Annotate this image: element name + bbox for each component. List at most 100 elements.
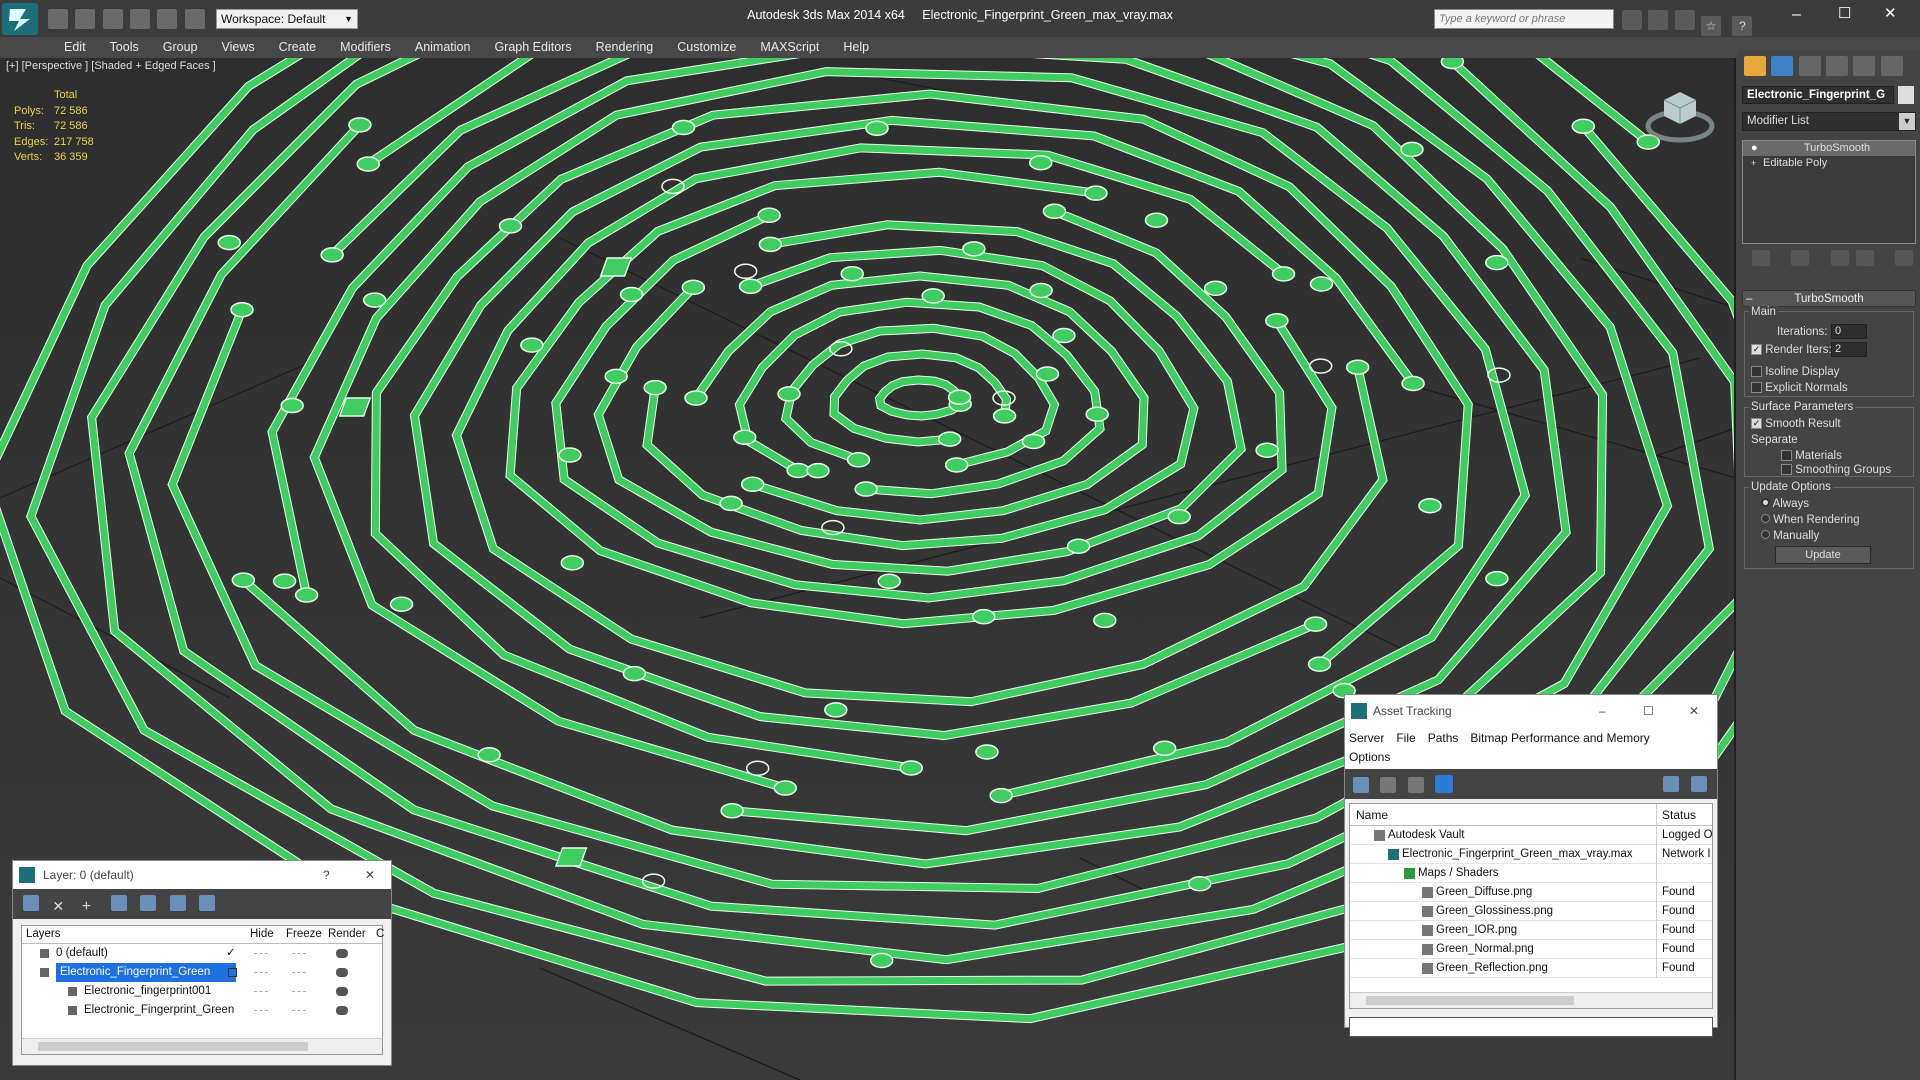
- object-name-field[interactable]: Electronic_Fingerprint_G: [1742, 86, 1894, 104]
- redo-icon[interactable]: [157, 9, 178, 29]
- binoculars-icon[interactable]: [1622, 10, 1642, 30]
- new-layer-icon[interactable]: [23, 895, 39, 911]
- menu-edit[interactable]: Edit: [52, 37, 98, 58]
- workspace-dropdown[interactable]: Workspace: Default ▼: [216, 9, 358, 29]
- stack-item-editable-poly[interactable]: + Editable Poly: [1743, 156, 1915, 171]
- asset-row[interactable]: Electronic_Fingerprint_Green_max_vray.ma…: [1350, 845, 1712, 864]
- close-icon[interactable]: ✕: [1689, 695, 1699, 727]
- search-input[interactable]: Type a keyword or phrase: [1434, 9, 1614, 29]
- table-view-icon[interactable]: [1435, 775, 1454, 793]
- menu-help[interactable]: Help: [831, 37, 881, 58]
- remove-modifier-icon[interactable]: [1856, 250, 1875, 266]
- maximize-button[interactable]: ☐: [1838, 4, 1851, 22]
- isoline-checkbox[interactable]: [1751, 366, 1762, 378]
- maximize-icon[interactable]: ☐: [1643, 695, 1654, 727]
- menu-customize[interactable]: Customize: [665, 37, 748, 58]
- layer-column-freeze[interactable]: Freeze: [286, 928, 322, 940]
- current-layer-box-icon[interactable]: [228, 968, 237, 977]
- menu-graph-editors[interactable]: Graph Editors: [482, 37, 583, 58]
- asset-row[interactable]: Green_Reflection.png Found: [1350, 959, 1712, 978]
- render-iters-checkbox[interactable]: ✓: [1751, 344, 1762, 356]
- status-column-header[interactable]: Status: [1662, 804, 1696, 826]
- new-file-icon[interactable]: [48, 9, 68, 29]
- asset-row[interactable]: Green_IOR.png Found: [1350, 921, 1712, 940]
- object-color-swatch[interactable]: [1898, 86, 1914, 104]
- freeze-toggle[interactable]: [292, 972, 306, 973]
- help-icon[interactable]: ?: [1732, 16, 1753, 36]
- minimize-button[interactable]: –: [1792, 6, 1801, 24]
- asset-row[interactable]: Green_Glossiness.png Found: [1350, 902, 1712, 921]
- horizontal-scrollbar[interactable]: [1350, 992, 1712, 1008]
- help-icon[interactable]: [1663, 776, 1679, 792]
- freeze-toggle[interactable]: [292, 991, 306, 992]
- pin-stack-icon[interactable]: [1752, 250, 1770, 266]
- viewport-label[interactable]: [+] [Perspective ] [Shaded + Edged Faces…: [6, 60, 216, 72]
- tree-view-icon[interactable]: [1407, 777, 1424, 793]
- layer-column-c[interactable]: C: [376, 928, 384, 940]
- asset-row[interactable]: Autodesk Vault Logged O: [1350, 826, 1712, 845]
- exchange-icon[interactable]: [1674, 10, 1695, 30]
- layer-row[interactable]: 0 (default) ✓: [22, 944, 382, 963]
- asset-tracking-window[interactable]: Asset Tracking – ☐ ✕ Server File Paths Bitm…: [1344, 694, 1718, 1037]
- star-icon[interactable]: ☆: [1701, 16, 1722, 36]
- make-unique-icon[interactable]: [1830, 250, 1849, 266]
- modifier-stack[interactable]: ● TurboSmooth + Editable Poly: [1742, 140, 1916, 244]
- menu-maxscript[interactable]: MAXScript: [748, 37, 831, 58]
- render-teapot-icon[interactable]: [336, 987, 348, 996]
- undo-icon[interactable]: [130, 9, 151, 29]
- horizontal-scrollbar[interactable]: [22, 1038, 382, 1054]
- asset-row[interactable]: Maps / Shaders: [1350, 864, 1712, 883]
- close-button[interactable]: ✕: [1884, 4, 1897, 22]
- delete-layer-icon[interactable]: ✕: [52, 898, 68, 914]
- highlight-layer-icon[interactable]: [140, 895, 157, 911]
- create-tab-icon[interactable]: [1744, 56, 1766, 76]
- layer-row[interactable]: Electronic_fingerprint001: [22, 982, 382, 1001]
- search-tools-icon[interactable]: [1648, 10, 1669, 30]
- open-file-icon[interactable]: [75, 9, 96, 29]
- render-iters-spinner[interactable]: 2: [1831, 342, 1867, 357]
- layer-manager-window[interactable]: Layer: 0 (default) ? ✕ ✕ + Layers Hide Fre…: [12, 860, 392, 1066]
- add-to-layer-icon[interactable]: +: [82, 899, 98, 915]
- asset-menu-bitmap[interactable]: Bitmap Performance and Memory: [1470, 729, 1649, 748]
- explicit-normals-checkbox[interactable]: [1751, 382, 1762, 394]
- asset-menu-file[interactable]: File: [1396, 729, 1415, 748]
- help-button[interactable]: ?: [323, 861, 330, 889]
- freeze-all-icon[interactable]: [199, 895, 216, 911]
- layer-row[interactable]: Electronic_Fingerprint_Green: [22, 1001, 382, 1020]
- asset-menu-options[interactable]: Options: [1349, 748, 1390, 767]
- menu-group[interactable]: Group: [151, 37, 210, 58]
- utilities-tab-icon[interactable]: [1880, 56, 1903, 76]
- hide-toggle[interactable]: [254, 953, 268, 954]
- menu-modifiers[interactable]: Modifiers: [328, 37, 403, 58]
- layer-column-render[interactable]: Render: [328, 928, 366, 940]
- hold-icon[interactable]: [184, 9, 205, 29]
- menu-rendering[interactable]: Rendering: [584, 37, 666, 58]
- rollout-header[interactable]: – TurboSmooth: [1742, 290, 1916, 307]
- asset-row[interactable]: Green_Normal.png Found: [1350, 940, 1712, 959]
- name-column-header[interactable]: Name: [1356, 804, 1388, 826]
- layer-column-hide[interactable]: Hide: [250, 928, 274, 940]
- hide-toggle[interactable]: [254, 991, 268, 992]
- save-icon[interactable]: [102, 9, 123, 29]
- app-logo[interactable]: [2, 3, 38, 35]
- asset-menu-paths[interactable]: Paths: [1428, 729, 1459, 748]
- display-tab-icon[interactable]: [1853, 56, 1876, 76]
- iterations-spinner[interactable]: 0: [1831, 324, 1867, 339]
- stack-item-turbosmooth[interactable]: ● TurboSmooth: [1743, 141, 1915, 156]
- light-bulb-icon[interactable]: ●: [1751, 141, 1758, 156]
- show-end-result-icon[interactable]: [1791, 250, 1810, 266]
- layer-window-header[interactable]: Layer: 0 (default) ? ✕: [13, 861, 391, 889]
- settings-icon[interactable]: [1691, 776, 1707, 792]
- menu-create[interactable]: Create: [267, 37, 329, 58]
- when-rendering-radio[interactable]: [1761, 514, 1770, 523]
- layer-row[interactable]: Electronic_Fingerprint_Green: [22, 963, 382, 982]
- modifier-list-dropdown[interactable]: Modifier List ▼: [1742, 112, 1916, 131]
- configure-sets-icon[interactable]: [1895, 250, 1914, 266]
- refresh-icon[interactable]: [1353, 777, 1369, 793]
- smooth-result-checkbox[interactable]: ✓: [1751, 418, 1762, 430]
- asset-row[interactable]: Green_Diffuse.png Found: [1350, 883, 1712, 902]
- current-layer-check-icon[interactable]: ✓: [226, 944, 236, 963]
- freeze-toggle[interactable]: [292, 953, 306, 954]
- layer-column-layers[interactable]: Layers: [26, 928, 61, 940]
- render-teapot-icon[interactable]: [336, 968, 348, 977]
